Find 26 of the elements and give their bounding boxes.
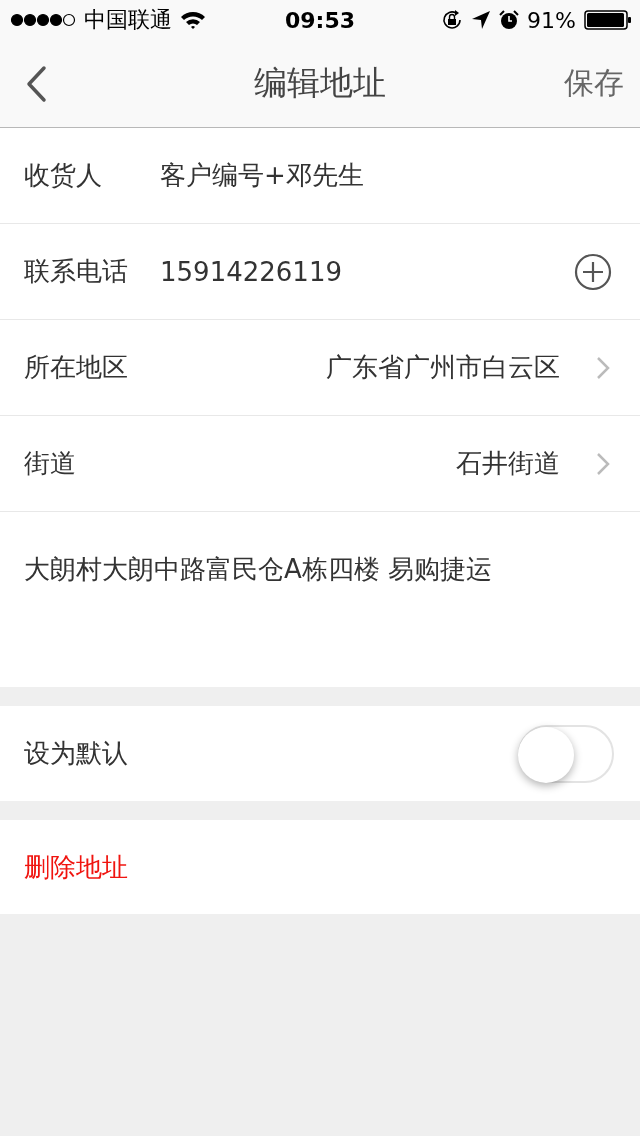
address-field[interactable]: 大朗村大朗中路富民仓A栋四楼 易购捷运 — [0, 512, 640, 687]
chevron-right-icon — [596, 355, 610, 380]
chevron-right-icon — [596, 451, 610, 476]
back-button[interactable] — [24, 64, 48, 103]
save-button[interactable]: 保存 — [564, 63, 624, 104]
input-field[interactable]: 15914226119 — [160, 256, 554, 287]
field-label: 联系电话 — [24, 255, 129, 288]
battery-icon — [584, 10, 632, 30]
wifi-icon — [180, 10, 206, 30]
alarm-icon — [499, 10, 520, 30]
region-select[interactable]: 石井街道 — [160, 446, 560, 481]
add-contact-icon[interactable] — [574, 252, 612, 291]
input-field[interactable]: 客户编号+邓先生 — [160, 160, 610, 191]
setting-label: 设为默认 — [24, 737, 129, 770]
battery-percent: 91% — [527, 7, 576, 33]
field-label: 所在地区 — [24, 351, 129, 384]
field-label: 街道 — [24, 447, 77, 480]
rotation-lock-icon — [441, 9, 464, 31]
page-title: 编辑地址 — [254, 62, 386, 104]
signal-icon — [10, 13, 76, 27]
clock-time: 09:53 — [285, 7, 355, 33]
field-label: 收货人 — [24, 159, 103, 192]
region-select[interactable]: 广东省广州市白云区 — [160, 350, 560, 385]
location-arrow-icon — [471, 10, 492, 30]
carrier-name: 中国联通 — [84, 6, 172, 34]
default-toggle[interactable] — [518, 724, 614, 783]
